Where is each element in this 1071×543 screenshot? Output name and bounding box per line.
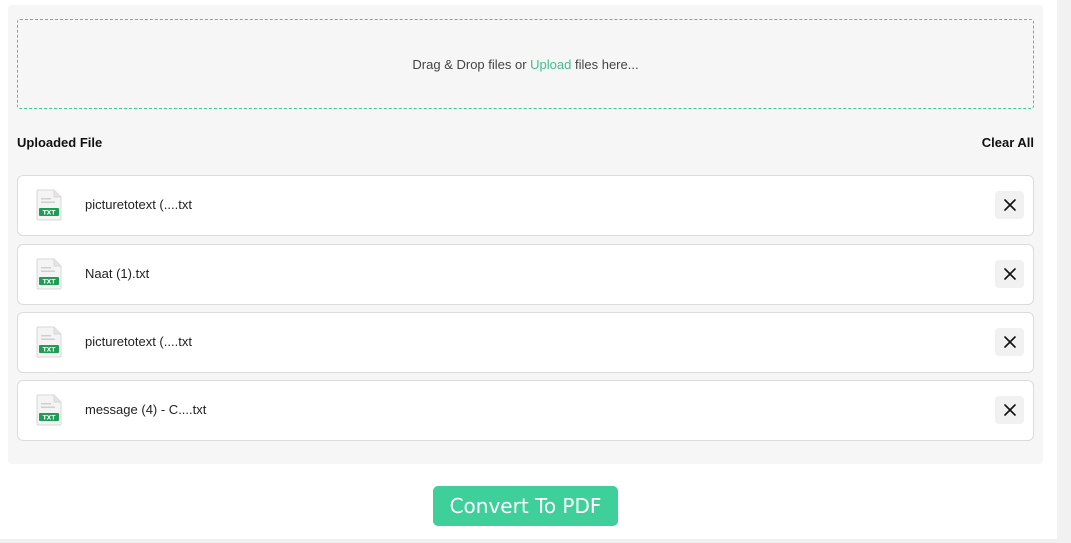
txt-badge-label: TXT: [43, 347, 57, 354]
page: Drag & Drop files or Upload files here..…: [0, 0, 1071, 543]
file-row: TXT message (4) - C....txt: [17, 380, 1034, 441]
file-name: message (4) - C....txt: [85, 402, 207, 417]
clear-all-button[interactable]: Clear All: [982, 135, 1034, 150]
upload-panel: Drag & Drop files or Upload files here..…: [8, 5, 1043, 464]
remove-file-button[interactable]: [995, 396, 1024, 424]
uploaded-list-header: Uploaded File Clear All: [17, 133, 1034, 151]
txt-badge-label: TXT: [43, 279, 57, 286]
convert-to-pdf-button[interactable]: Convert To PDF: [433, 486, 618, 526]
remove-file-button[interactable]: [995, 260, 1024, 288]
uploaded-list-title: Uploaded File: [17, 134, 103, 150]
file-name: Naat (1).txt: [85, 266, 150, 281]
file-name: picturetotext (....txt: [85, 197, 192, 212]
file-row: TXT picturetotext (....txt: [17, 312, 1034, 373]
file-dropzone[interactable]: Drag & Drop files or Upload files here..…: [17, 19, 1034, 109]
close-icon: [1003, 199, 1016, 211]
txt-file-icon: TXT: [35, 394, 63, 426]
dropzone-text-before: Drag & Drop files or: [412, 56, 531, 72]
txt-badge-label: TXT: [43, 415, 57, 422]
page-bottom-edge: [0, 539, 1057, 543]
txt-file-icon: TXT: [35, 258, 63, 290]
txt-file-icon: TXT: [35, 326, 63, 358]
close-icon: [1003, 404, 1016, 416]
close-icon: [1003, 336, 1016, 348]
file-row: TXT Naat (1).txt: [17, 244, 1034, 305]
file-row: TXT picturetotext (....txt: [17, 175, 1034, 236]
scrollbar-track[interactable]: [1057, 0, 1071, 543]
txt-file-icon: TXT: [35, 189, 63, 221]
dropzone-text-after: files here...: [571, 56, 639, 72]
file-name: picturetotext (....txt: [85, 334, 192, 349]
upload-link[interactable]: Upload: [530, 57, 571, 72]
txt-badge-label: TXT: [43, 210, 57, 217]
remove-file-button[interactable]: [995, 191, 1024, 219]
remove-file-button[interactable]: [995, 328, 1024, 356]
close-icon: [1003, 268, 1016, 280]
